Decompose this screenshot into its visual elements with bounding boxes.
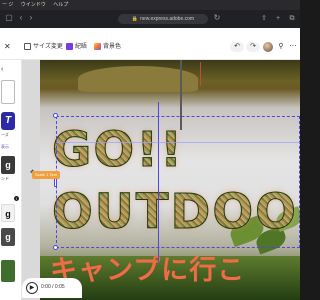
background-color-button[interactable]: 背景色 [94,41,121,53]
browser-actions: ⇪ + ⧉ [260,13,296,25]
selection-tag: Scale 1 Text [32,171,60,179]
design-canvas[interactable]: GO!! OUTDOO キャンプに行こ ✥ Scale 1 Text [22,60,300,300]
show-link[interactable]: 表示 [1,144,9,150]
url-text: new.express.adobe.com [140,16,195,22]
sidebar-toggle-icon[interactable]: ▢ [4,13,14,23]
fonts-label: ーズ [1,132,9,137]
reload-icon[interactable]: ↻ [212,13,222,23]
collapse-chevron-icon[interactable]: ‹ [1,66,3,73]
undo-button[interactable]: ↶ [230,42,244,52]
resize-handle-tl[interactable] [53,113,58,118]
menu-item-window[interactable]: ウインドウ [21,2,46,8]
new-tab-icon[interactable]: + [274,15,282,23]
palette-icon [94,42,101,50]
text-input-box[interactable] [1,80,15,104]
resize-handle-left[interactable] [54,178,57,187]
forward-icon[interactable]: › [26,13,36,23]
effect-tile-2[interactable]: g [1,204,15,222]
avatar[interactable] [263,42,273,52]
browser-toolbar: ▢ ‹ › 🔒 new.express.adobe.com ↻ ⇪ + ⧉ [0,10,300,28]
info-icon[interactable]: i [14,196,19,201]
resize-handle-bl[interactable] [53,245,58,250]
font-style-tile[interactable]: T [1,112,15,130]
share-icon[interactable]: ⇪ [260,15,268,23]
location-icon[interactable]: ⚲ [277,43,285,51]
resize-icon [24,42,31,50]
timeline-time: 0:00 / 0:05 [41,284,65,290]
center-guide [158,102,159,262]
baseline-guide [56,142,300,143]
menu-item-page[interactable]: ー ジ [2,2,13,8]
lock-icon: 🔒 [131,16,139,22]
blend-label: ンド [1,176,9,181]
resize-button[interactable]: サイズ変更 [24,41,63,53]
app-toolbar: ✕ サイズ変更 紀晤 背景色 ↶ ↷ ⚲ ⋯ [0,28,300,60]
timeline-bar: ▶ 0:00 / 0:05 [22,278,82,298]
redo-button[interactable]: ↷ [246,42,260,52]
menu-bar: ー ジ ウインドウ ヘルプ [0,0,300,10]
animate-button[interactable]: 紀晤 [66,41,87,53]
properties-panel: ‹ T ーズ 表示 g ンド i g g [0,60,22,300]
stake-shape [200,62,201,86]
menu-item-help[interactable]: ヘルプ [53,2,68,8]
texture-swatch[interactable] [1,260,15,282]
animate-icon [66,42,73,50]
effect-tile-3[interactable]: g [1,228,15,246]
close-icon[interactable]: ✕ [4,42,11,51]
play-button[interactable]: ▶ [26,282,38,294]
address-bar[interactable]: 🔒 new.express.adobe.com [118,14,208,24]
more-icon[interactable]: ⋯ [289,43,297,51]
back-icon[interactable]: ‹ [16,13,26,23]
tabs-icon[interactable]: ⧉ [288,15,296,23]
effect-tile[interactable]: g [1,156,15,174]
selection-box[interactable] [56,116,300,248]
